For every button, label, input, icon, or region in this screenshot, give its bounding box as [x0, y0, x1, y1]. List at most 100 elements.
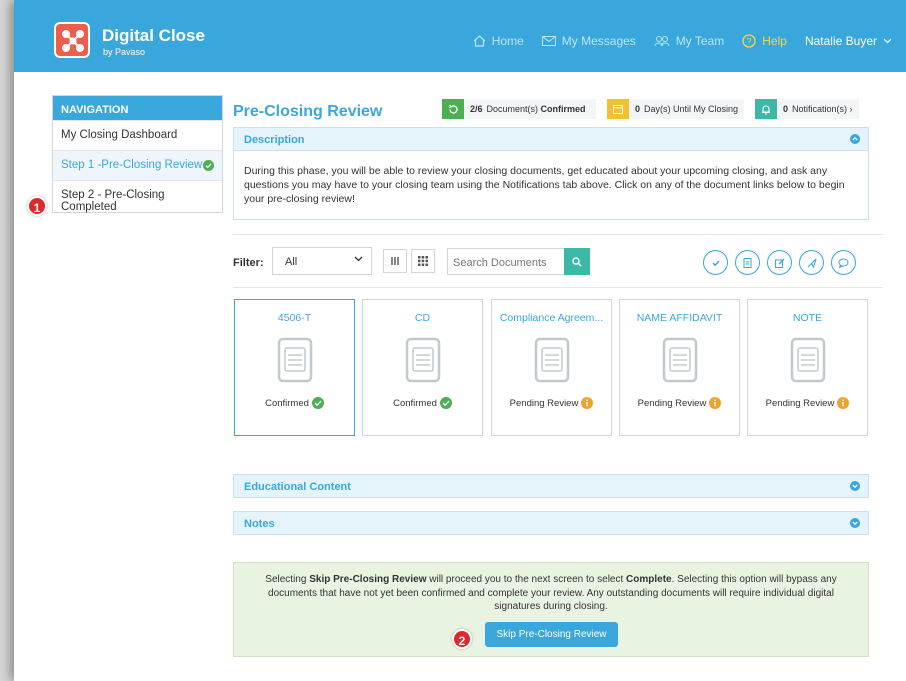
- filter-select[interactable]: All: [272, 247, 372, 275]
- notes-heading: Notes: [244, 518, 275, 530]
- file-icon: [662, 337, 698, 383]
- chevron-down-circle-icon: [850, 518, 860, 528]
- notice-text: Selecting: [265, 574, 310, 585]
- refresh-icon: [442, 99, 464, 119]
- document-card-compliance[interactable]: Compliance Agreem... Pending Review: [491, 299, 612, 436]
- docs-count: 2/6: [470, 104, 483, 114]
- status-label: Pending Review: [509, 397, 579, 409]
- notif-label: Notification(s): [792, 104, 848, 114]
- file-icon: [534, 337, 570, 383]
- document-status: Confirmed: [363, 397, 482, 409]
- sidebar-item-step1[interactable]: Step 1 -Pre-Closing Review: [53, 150, 222, 180]
- notice-text: will proceed you to the next screen to s…: [426, 574, 627, 585]
- days-label: Day(s) Until My Closing: [644, 104, 739, 114]
- document-name: 4506-T: [277, 312, 312, 324]
- sidebar-item-step2[interactable]: Step 2 - Pre-Closing Completed: [53, 180, 222, 213]
- document-name: NAME AFFIDAVIT: [636, 312, 723, 324]
- team-icon: [654, 36, 670, 47]
- list-view-button[interactable]: [383, 249, 407, 273]
- status-label: Confirmed: [393, 397, 437, 409]
- document-button[interactable]: [735, 250, 760, 275]
- chevron-down-icon: [354, 256, 363, 262]
- navigation-panel: NAVIGATION My Closing Dashboard Step 1 -…: [52, 95, 223, 213]
- document-card-4506t[interactable]: 4506-T Confirmed: [234, 299, 355, 436]
- check-circle-icon: [439, 397, 452, 409]
- nav-help-label: Help: [762, 34, 787, 48]
- description-header[interactable]: Description: [233, 127, 869, 151]
- nav-home-label: Home: [491, 34, 524, 48]
- document-icon: [743, 257, 752, 268]
- file-icon: [405, 337, 441, 383]
- sidebar-item-label: Step 1 -Pre-Closing Review: [61, 159, 203, 171]
- page-title: Pre-Closing Review: [233, 103, 383, 120]
- grid-view-button[interactable]: [411, 249, 435, 273]
- bell-icon: [755, 99, 777, 119]
- document-status: Confirmed: [235, 397, 354, 409]
- help-icon: ?: [742, 34, 756, 48]
- file-icon: [790, 337, 826, 383]
- envelope-icon: [541, 36, 556, 46]
- top-nav: Home My Messages My Team ? Help Natalie …: [473, 34, 892, 48]
- sidebar-item-dashboard[interactable]: My Closing Dashboard: [53, 120, 222, 150]
- document-card-note[interactable]: NOTE Pending Review: [747, 299, 868, 436]
- days-until-closing-stat[interactable]: 0 Day(s) Until My Closing: [607, 99, 745, 119]
- edit-button[interactable]: [767, 250, 792, 275]
- notes-header[interactable]: Notes: [233, 511, 869, 535]
- grid-icon: [418, 256, 428, 266]
- brand-subtitle: by Pavaso: [103, 47, 146, 57]
- status-label: Pending Review: [637, 397, 707, 409]
- send-icon: [807, 258, 817, 268]
- nav-messages[interactable]: My Messages: [541, 34, 636, 48]
- docs-strong: Confirmed: [540, 104, 586, 114]
- sidebar-item-label: Step 2 - Pre-Closing Completed: [61, 189, 165, 213]
- columns-icon: [391, 257, 399, 265]
- logo-icon[interactable]: [54, 22, 90, 58]
- calendar-icon: [607, 99, 629, 119]
- filter-value: All: [285, 256, 298, 268]
- documents-confirmed-stat[interactable]: 2/6 Document(s) Confirmed: [442, 99, 596, 119]
- chevron-down-icon: [883, 38, 892, 44]
- comment-button[interactable]: [831, 250, 856, 275]
- check-icon: [711, 259, 720, 266]
- document-card-cd[interactable]: CD Confirmed: [362, 299, 483, 436]
- document-card-name-affidavit[interactable]: NAME AFFIDAVIT Pending Review: [619, 299, 740, 436]
- docs-label: Document(s): [486, 104, 539, 114]
- svg-text:?: ?: [747, 37, 752, 47]
- search-input[interactable]: Search Documents: [447, 248, 565, 275]
- send-button[interactable]: [799, 250, 824, 275]
- check-circle-icon: [203, 160, 214, 171]
- status-label: Confirmed: [265, 397, 309, 409]
- nav-team-label: My Team: [675, 34, 725, 48]
- description-body: During this phase, you will be able to r…: [233, 150, 869, 220]
- edit-icon: [774, 258, 784, 268]
- educational-content-heading: Educational Content: [244, 481, 351, 493]
- brand-title: Digital Close: [102, 26, 205, 45]
- search-button[interactable]: [564, 248, 590, 275]
- document-status: Pending Review: [620, 397, 739, 409]
- navigation-heading: NAVIGATION: [53, 96, 222, 120]
- divider: [233, 287, 883, 288]
- chevron-right-icon: ›: [849, 104, 853, 114]
- notifications-stat[interactable]: 0 Notification(s) ›: [755, 99, 859, 119]
- callout-badge-1: 1: [27, 196, 47, 216]
- top-header: Digital Close by Pavaso Home My Messages…: [14, 0, 906, 72]
- app-window: Digital Close by Pavaso Home My Messages…: [14, 0, 906, 681]
- chevron-up-circle-icon: [850, 134, 860, 144]
- skip-pre-closing-review-button[interactable]: Skip Pre-Closing Review: [485, 622, 618, 647]
- search-icon: [572, 256, 582, 267]
- chevron-down-circle-icon: [850, 481, 860, 491]
- home-icon: [473, 35, 486, 47]
- user-menu[interactable]: Natalie Buyer: [805, 34, 892, 48]
- educational-content-header[interactable]: Educational Content: [233, 474, 869, 498]
- check-circle-icon: [311, 397, 324, 409]
- notif-count: 0: [783, 104, 789, 114]
- info-circle-icon: [709, 397, 722, 409]
- nav-help[interactable]: ? Help: [742, 34, 787, 48]
- days-count: 0: [635, 104, 641, 114]
- document-status: Pending Review: [748, 397, 867, 409]
- nav-team[interactable]: My Team: [654, 34, 724, 48]
- confirm-button[interactable]: [703, 250, 728, 275]
- nav-messages-label: My Messages: [561, 34, 636, 48]
- notice-strong: Skip Pre-Closing Review: [309, 574, 427, 585]
- nav-home[interactable]: Home: [473, 34, 524, 48]
